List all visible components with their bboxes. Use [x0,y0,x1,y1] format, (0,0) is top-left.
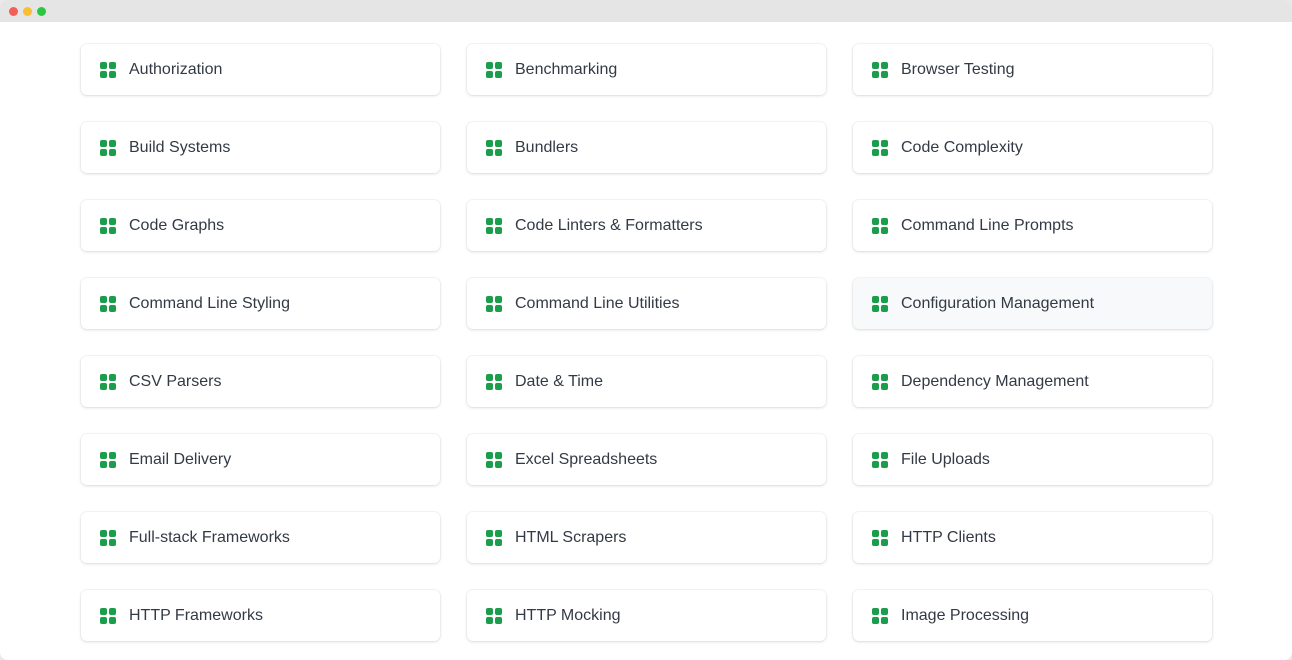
category-card[interactable]: HTML Scrapers [467,512,826,563]
category-label: Full-stack Frameworks [129,528,290,546]
grid-icon [872,529,888,546]
maximize-window-button[interactable] [37,7,46,16]
grid-icon [100,451,116,468]
category-label: Code Graphs [129,216,225,234]
category-label: Email Delivery [129,450,232,468]
category-grid: Authorization Benchmarking Browser Testing… [81,44,1212,641]
grid-icon [872,607,888,624]
category-label: CSV Parsers [129,372,222,390]
category-label: Command Line Prompts [901,216,1074,234]
grid-icon [872,217,888,234]
grid-icon [486,217,502,234]
category-card[interactable]: HTTP Clients [853,512,1212,563]
grid-icon [486,61,502,78]
browser-window: Authorization Benchmarking Browser Testing… [0,0,1292,660]
category-label: Dependency Management [901,372,1089,390]
grid-icon [100,373,116,390]
category-card[interactable]: Command Line Utilities [467,278,826,329]
grid-icon [100,217,116,234]
category-card[interactable]: Authorization [81,44,440,95]
category-card[interactable]: Build Systems [81,122,440,173]
category-card[interactable]: Image Processing [853,590,1212,641]
category-label: Command Line Styling [129,294,290,312]
category-label: Excel Spreadsheets [515,450,658,468]
category-label: Build Systems [129,138,231,156]
grid-icon [100,61,116,78]
category-card[interactable]: Email Delivery [81,434,440,485]
category-label: Image Processing [901,606,1030,624]
category-card[interactable]: Dependency Management [853,356,1212,407]
category-card[interactable]: Configuration Management [853,278,1212,329]
grid-icon [486,373,502,390]
minimize-window-button[interactable] [23,7,32,16]
category-card[interactable]: Bundlers [467,122,826,173]
grid-icon [100,295,116,312]
category-card[interactable]: Command Line Styling [81,278,440,329]
grid-icon [486,139,502,156]
grid-icon [486,529,502,546]
category-card[interactable]: Excel Spreadsheets [467,434,826,485]
category-label: File Uploads [901,450,990,468]
window-titlebar [0,0,1292,22]
grid-icon [486,607,502,624]
category-card[interactable]: HTTP Mocking [467,590,826,641]
category-label: Code Complexity [901,138,1023,156]
category-label: Code Linters & Formatters [515,216,703,234]
grid-icon [100,139,116,156]
category-card[interactable]: CSV Parsers [81,356,440,407]
category-label: HTTP Clients [901,528,996,546]
grid-icon [100,529,116,546]
category-label: HTTP Mocking [515,606,621,624]
grid-icon [486,295,502,312]
grid-icon [872,139,888,156]
category-label: Bundlers [515,138,579,156]
category-card[interactable]: Code Complexity [853,122,1212,173]
category-label: Browser Testing [901,60,1015,78]
grid-icon [872,451,888,468]
category-label: Authorization [129,60,223,78]
grid-icon [872,61,888,78]
category-card[interactable]: Code Graphs [81,200,440,251]
category-card[interactable]: Code Linters & Formatters [467,200,826,251]
category-label: Benchmarking [515,60,618,78]
close-window-button[interactable] [9,7,18,16]
category-card[interactable]: Benchmarking [467,44,826,95]
category-label: HTML Scrapers [515,528,627,546]
category-card[interactable]: Date & Time [467,356,826,407]
category-card[interactable]: File Uploads [853,434,1212,485]
category-card[interactable]: HTTP Frameworks [81,590,440,641]
grid-icon [100,607,116,624]
grid-icon [486,451,502,468]
category-label: Configuration Management [901,294,1095,312]
category-label: HTTP Frameworks [129,606,263,624]
grid-icon [872,295,888,312]
category-label: Command Line Utilities [515,294,680,312]
category-label: Date & Time [515,372,604,390]
category-card[interactable]: Browser Testing [853,44,1212,95]
category-card[interactable]: Full-stack Frameworks [81,512,440,563]
grid-icon [872,373,888,390]
category-card[interactable]: Command Line Prompts [853,200,1212,251]
